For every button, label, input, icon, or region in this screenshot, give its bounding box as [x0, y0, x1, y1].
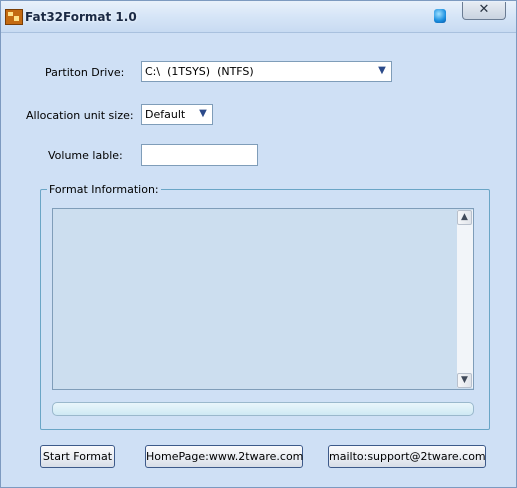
allocation-unit-select[interactable]: Default ▼: [141, 104, 213, 125]
arrow-down-icon[interactable]: ▼: [457, 373, 472, 388]
start-format-button[interactable]: Start Format: [40, 445, 115, 468]
partition-drive-label: Partiton Drive:: [45, 66, 125, 79]
title-bar[interactable]: Fat32Format 1.0 ✕: [1, 1, 516, 33]
chevron-down-icon[interactable]: ▼: [376, 65, 388, 77]
log-scrollbar[interactable]: ▲ ▼: [457, 210, 473, 388]
app-icon: [5, 9, 23, 25]
volume-label-label: Volume lable:: [48, 149, 123, 162]
partition-drive-value: C:\ (1TSYS) (NTFS): [145, 65, 254, 78]
format-information-log[interactable]: ▲ ▼: [52, 208, 474, 390]
window-title: Fat32Format 1.0: [25, 10, 137, 24]
close-button[interactable]: ✕: [462, 2, 506, 20]
arrow-up-icon[interactable]: ▲: [457, 210, 472, 225]
homepage-link-button[interactable]: HomePage:www.2tware.com: [145, 445, 303, 468]
close-icon: ✕: [478, 2, 490, 17]
partition-drive-select[interactable]: C:\ (1TSYS) (NTFS) ▼: [141, 61, 392, 82]
mailto-link-button[interactable]: mailto:support@2tware.com: [328, 445, 486, 468]
pin-icon[interactable]: [434, 9, 446, 23]
fat32format-window: Fat32Format 1.0 ✕ Partiton Drive: C:\ (1…: [0, 0, 517, 488]
allocation-unit-label: Allocation unit size:: [26, 109, 134, 122]
volume-label-input[interactable]: [141, 144, 258, 166]
allocation-unit-value: Default: [145, 108, 186, 121]
format-progress-bar: [52, 402, 474, 416]
chevron-down-icon[interactable]: ▼: [197, 108, 209, 120]
format-information-legend: Format Information:: [47, 183, 161, 196]
